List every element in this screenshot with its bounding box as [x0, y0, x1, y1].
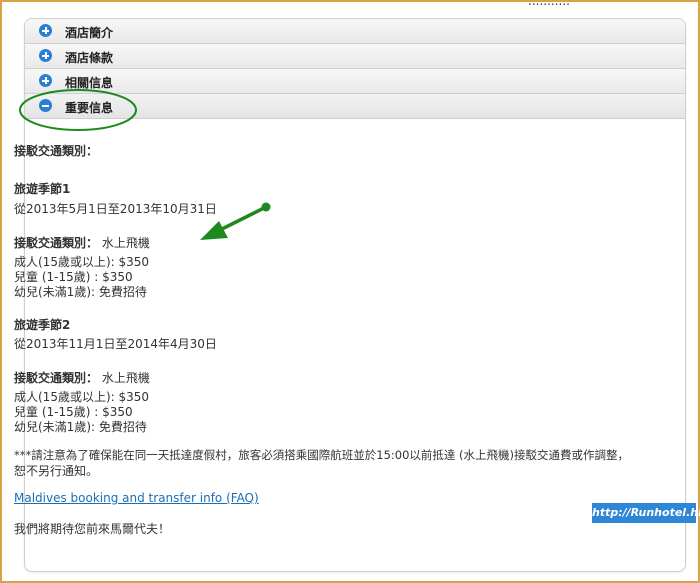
arrow-head-icon — [200, 221, 228, 240]
highlight-ellipse — [19, 89, 137, 131]
arrow-tail-dot — [261, 202, 271, 212]
annotation-overlay — [19, 89, 271, 240]
arrow-shaft — [219, 205, 267, 232]
